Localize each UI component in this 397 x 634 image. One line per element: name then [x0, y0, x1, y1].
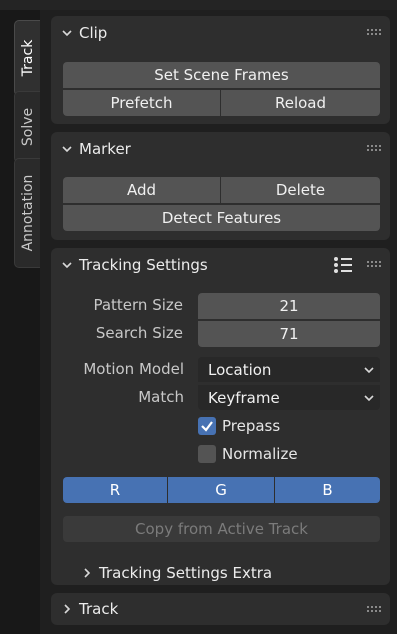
- pattern-size-label: Pattern Size: [93, 296, 183, 314]
- clip-panel: Clip Set Scene Frames Prefetch Reload: [51, 16, 390, 124]
- search-size-label: Search Size: [95, 324, 183, 342]
- search-size-field[interactable]: 71: [198, 321, 380, 347]
- tab-annotation[interactable]: Annotation: [14, 158, 40, 268]
- pattern-size-field[interactable]: 21: [198, 293, 380, 319]
- match-dropdown[interactable]: Keyframe: [198, 385, 380, 410]
- track-panel-header[interactable]: Track: [51, 593, 390, 625]
- channel-g-toggle[interactable]: G: [168, 477, 274, 503]
- normalize-label: Normalize: [222, 445, 298, 463]
- drag-grip-icon[interactable]: [366, 144, 384, 152]
- chevron-down-icon: [62, 262, 72, 269]
- reload-button[interactable]: Reload: [221, 90, 380, 116]
- motion-model-value: Location: [208, 360, 272, 379]
- tracking-settings-panel: Tracking Settings Pattern Size 21 Search…: [51, 248, 390, 585]
- presets-list-icon[interactable]: [333, 256, 353, 274]
- detect-features-button[interactable]: Detect Features: [63, 205, 380, 231]
- chevron-right-icon: [84, 568, 91, 578]
- drag-grip-icon[interactable]: [366, 260, 384, 268]
- tracking-settings-extra-subpanel[interactable]: Tracking Settings Extra: [81, 560, 272, 586]
- match-value: Keyframe: [208, 388, 280, 407]
- set-scene-frames-button[interactable]: Set Scene Frames: [63, 62, 380, 88]
- channel-r-toggle[interactable]: R: [63, 477, 167, 503]
- track-panel-title: Track: [79, 600, 119, 618]
- clip-panel-title: Clip: [79, 24, 108, 42]
- delete-marker-button[interactable]: Delete: [221, 177, 380, 203]
- motion-model-label: Motion Model: [83, 360, 184, 378]
- chevron-down-icon: [62, 30, 72, 37]
- chevron-down-icon: [364, 367, 374, 374]
- marker-panel: Marker Add Delete Detect Features: [51, 132, 390, 240]
- tab-track-label: Track: [19, 39, 36, 77]
- channel-b-toggle[interactable]: B: [275, 477, 380, 503]
- chevron-down-icon: [364, 395, 374, 402]
- clip-panel-header[interactable]: Clip: [51, 16, 390, 50]
- chevron-right-icon: [64, 604, 71, 614]
- chevron-down-icon: [62, 146, 72, 153]
- add-marker-button[interactable]: Add: [63, 177, 220, 203]
- prepass-checkbox[interactable]: [198, 417, 216, 435]
- track-panel: Track: [51, 593, 390, 625]
- tab-solve-label: Solve: [19, 107, 36, 147]
- match-label: Match: [138, 388, 184, 406]
- tracking-settings-header[interactable]: Tracking Settings: [51, 248, 390, 282]
- tab-annotation-label: Annotation: [19, 174, 36, 252]
- tab-solve[interactable]: Solve: [14, 91, 40, 163]
- tracking-settings-extra-title: Tracking Settings Extra: [99, 564, 273, 582]
- marker-panel-title: Marker: [79, 140, 131, 158]
- normalize-checkbox[interactable]: [198, 445, 216, 463]
- top-strip: [0, 0, 397, 10]
- marker-panel-header[interactable]: Marker: [51, 132, 390, 166]
- prefetch-button[interactable]: Prefetch: [63, 90, 220, 116]
- tab-track[interactable]: Track: [14, 20, 40, 96]
- tab-bar: Track Solve Annotation: [0, 10, 40, 634]
- tracking-settings-title: Tracking Settings: [79, 256, 208, 274]
- drag-grip-icon[interactable]: [366, 605, 384, 613]
- drag-grip-icon[interactable]: [366, 28, 384, 36]
- motion-model-dropdown[interactable]: Location: [198, 357, 380, 382]
- prepass-label: Prepass: [222, 417, 281, 435]
- checkmark-icon: [201, 421, 213, 432]
- copy-from-active-track-button[interactable]: Copy from Active Track: [63, 516, 380, 542]
